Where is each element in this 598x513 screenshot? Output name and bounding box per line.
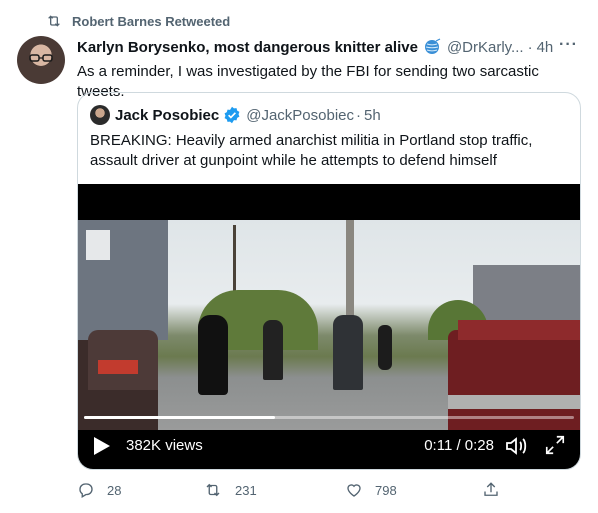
heart-icon [347,484,361,497]
video-timecode: 0:11 / 0:28 [424,437,494,454]
retweet-icon [48,15,60,27]
glasses-icon [29,54,53,62]
tweet-time[interactable]: 4h [537,39,554,56]
more-options-button[interactable]: ··· [559,36,578,54]
quote-author-avatar [90,105,110,125]
quote-time: 5h [364,106,381,124]
video-frame [78,220,580,430]
retweet-button[interactable]: 231 [203,481,257,499]
reply-button[interactable]: 28 [77,481,121,499]
quote-author-name: Jack Posobiec [115,106,220,124]
retweet-count: 231 [235,482,257,498]
author-avatar[interactable] [17,36,65,84]
reply-count: 28 [107,482,122,498]
quote-author-handle: @JackPosobiec [246,106,355,124]
share-icon [484,482,498,496]
video-controls: 382K views 0:11 / 0:28 [78,434,580,460]
video-progress-fill [84,416,276,419]
retweet-label: Robert Barnes Retweeted [72,13,231,29]
quoted-tweet[interactable]: Jack Posobiec @JackPosobiec · 5h BREAKIN… [77,92,581,470]
tweet-header: Karlyn Borysenko, most dangerous knitter… [77,36,584,57]
retweet-indicator[interactable]: Robert Barnes Retweeted [46,11,230,31]
quote-separator-dot: · [356,106,362,124]
video-progress-bar[interactable] [84,416,574,419]
view-count: 382K views [126,437,203,454]
like-count: 798 [375,482,397,498]
reply-icon [79,483,93,498]
verified-badge-icon [224,106,240,124]
retweet-action-icon [206,483,220,497]
author-name[interactable]: Karlyn Borysenko, most dangerous knitter… [77,39,418,56]
tweet-actions: 28 231 798 [77,481,577,503]
quote-text: BREAKING: Heavily armed anarchist militi… [90,132,533,169]
like-button[interactable]: 798 [345,481,397,499]
quote-header: Jack Posobiec @JackPosobiec · 5h [90,105,381,125]
share-button[interactable] [482,481,512,499]
video-player[interactable]: 382K views 0:11 / 0:28 [78,184,580,469]
author-handle[interactable]: @DrKarly... [447,39,524,56]
separator-dot: · [527,38,533,56]
fullscreen-icon[interactable] [544,434,566,456]
yarn-ball-icon [424,38,441,54]
play-icon[interactable] [93,436,111,456]
volume-icon[interactable] [504,434,528,458]
